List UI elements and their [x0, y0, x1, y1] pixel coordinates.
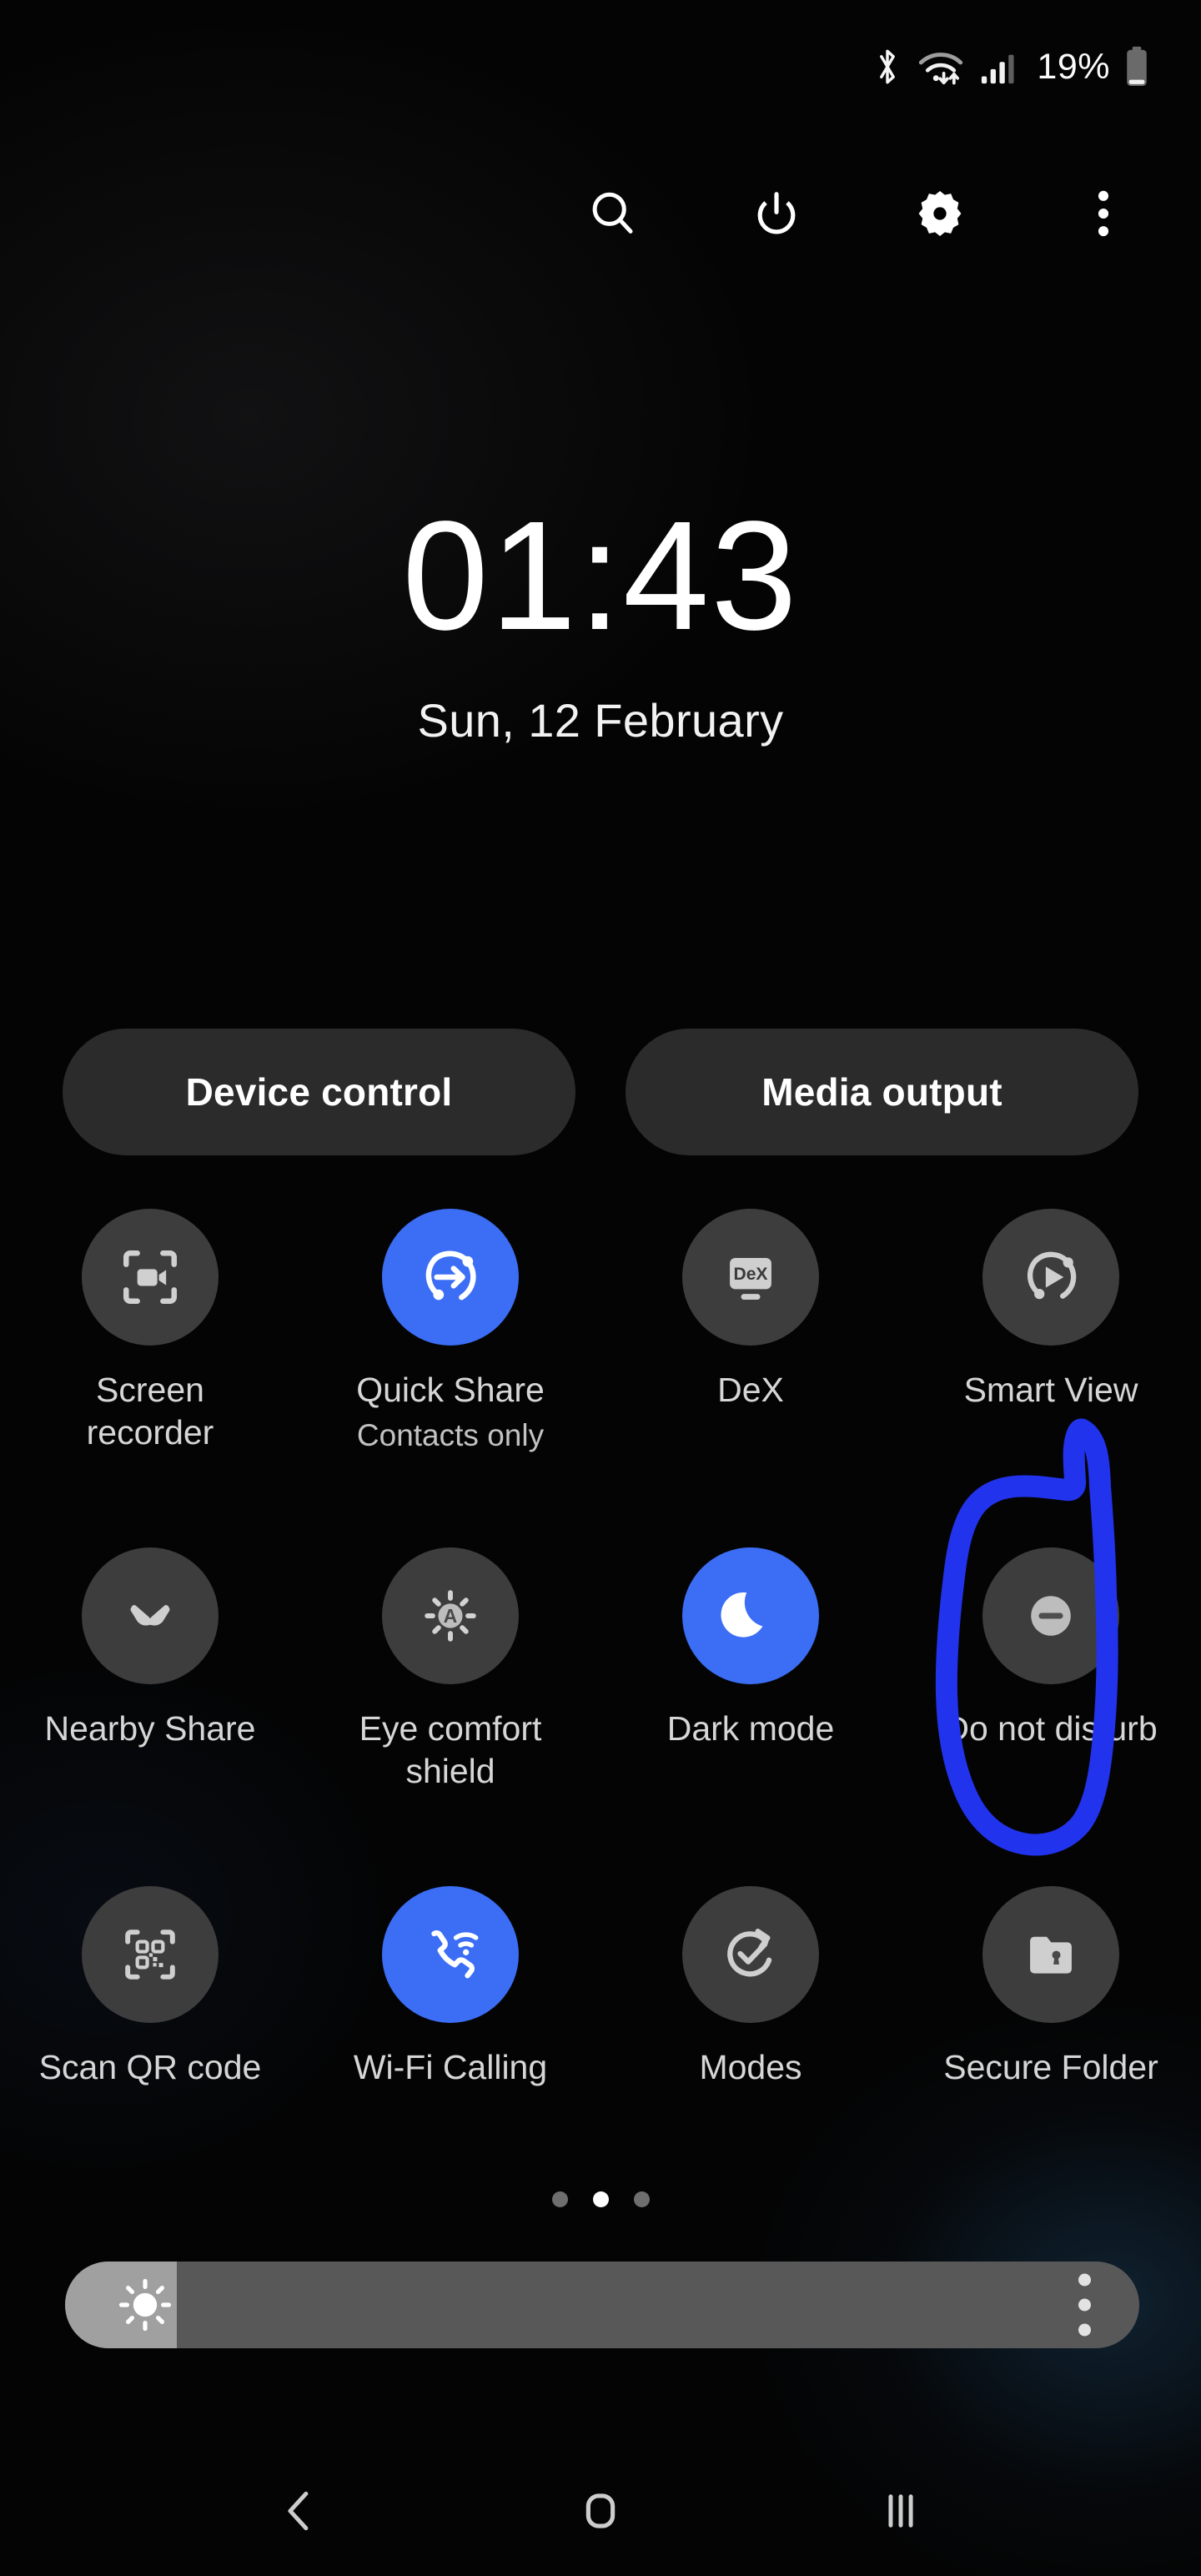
wifi-icon	[917, 48, 965, 86]
battery-percentage: 19%	[1037, 46, 1110, 87]
tile-scan-qr-code[interactable]: Scan QR code	[0, 1876, 300, 2215]
page-dot-2[interactable]	[592, 2191, 609, 2207]
status-bar: 19%	[0, 0, 1201, 133]
tile-label: Wi-Fi Calling	[353, 2048, 548, 2086]
tile-quick-share[interactable]: Quick Share Contacts only	[300, 1199, 600, 1537]
quick-settings-panel: 19% 01:43 Sun, 12 February Device contro…	[0, 0, 1201, 2576]
smart-view-icon	[982, 1209, 1119, 1346]
svg-text:DeX: DeX	[733, 1265, 767, 1284]
tile-label: Nearby Share	[44, 1709, 256, 1748]
more-options-button[interactable]	[1068, 178, 1139, 249]
brightness-sun-icon	[113, 2273, 177, 2337]
search-button[interactable]	[577, 178, 649, 249]
tile-dex[interactable]: DeX DeX	[600, 1199, 901, 1537]
device-control-button[interactable]: Device control	[63, 1029, 575, 1155]
tile-label: Quick Share	[356, 1371, 545, 1409]
overflow-dot	[1078, 2298, 1091, 2312]
back-button[interactable]	[250, 2461, 350, 2561]
tile-label: Modes	[699, 2048, 802, 2086]
quick-share-icon	[382, 1209, 519, 1346]
wifi-calling-icon	[382, 1886, 519, 2023]
secure-folder-icon	[982, 1886, 1119, 2023]
clock-date: Sun, 12 February	[417, 694, 784, 747]
svg-text:A: A	[444, 1605, 458, 1627]
pill-button-row: Device control Media output	[0, 1029, 1201, 1155]
moon-icon	[682, 1547, 819, 1684]
tile-label: Screen recorder	[86, 1371, 214, 1452]
panel-toolbar	[0, 164, 1201, 264]
settings-button[interactable]	[904, 178, 976, 249]
qr-code-icon	[82, 1886, 219, 2023]
tile-wifi-calling[interactable]: Wi-Fi Calling	[300, 1876, 600, 2215]
tile-smart-view[interactable]: Smart View	[901, 1199, 1201, 1537]
tile-sublabel: Contacts only	[356, 1418, 545, 1452]
tile-eye-comfort-shield[interactable]: A Eye comfort shield	[300, 1537, 600, 1876]
clock-time: 01:43	[402, 490, 799, 662]
overflow-dot	[1078, 2273, 1091, 2287]
brightness-slider[interactable]	[65, 2262, 1139, 2348]
screen-recorder-icon	[82, 1209, 219, 1346]
tile-nearby-share[interactable]: Nearby Share	[0, 1537, 300, 1876]
tile-label: Secure Folder	[943, 2048, 1158, 2086]
page-indicator	[0, 2191, 1201, 2207]
clock-widget[interactable]: 01:43 Sun, 12 February	[0, 499, 1201, 744]
tile-secure-folder[interactable]: Secure Folder	[901, 1876, 1201, 2215]
navigation-bar	[0, 2446, 1201, 2576]
brightness-options-button[interactable]	[1078, 2273, 1091, 2337]
tile-modes[interactable]: Modes	[600, 1876, 901, 2215]
quick-settings-tiles: Screen recorder Quick Share Contacts onl…	[0, 1199, 1201, 2215]
battery-icon	[1124, 46, 1149, 88]
cellular-signal-icon	[979, 48, 1018, 86]
do-not-disturb-icon	[982, 1547, 1119, 1684]
power-button[interactable]	[741, 178, 812, 249]
nearby-share-icon	[82, 1547, 219, 1684]
eye-comfort-shield-icon: A	[382, 1547, 519, 1684]
tile-label: Eye comfort shield	[359, 1709, 542, 1790]
recents-button[interactable]	[851, 2461, 951, 2561]
overflow-dot	[1078, 2323, 1091, 2337]
tile-dark-mode[interactable]: Dark mode	[600, 1537, 901, 1876]
tile-label: Smart View	[963, 1371, 1138, 1409]
tile-label: Do not disturb	[944, 1709, 1158, 1748]
tile-do-not-disturb[interactable]: Do not disturb	[901, 1537, 1201, 1876]
bluetooth-icon	[872, 48, 902, 86]
tile-label: Scan QR code	[38, 2048, 262, 2086]
tile-screen-recorder[interactable]: Screen recorder	[0, 1199, 300, 1537]
page-dot-1[interactable]	[551, 2191, 568, 2207]
dex-icon: DeX	[682, 1209, 819, 1346]
home-button[interactable]	[550, 2461, 651, 2561]
tile-label: Dark mode	[666, 1709, 835, 1748]
tile-label: DeX	[717, 1371, 784, 1409]
media-output-button[interactable]: Media output	[626, 1029, 1138, 1155]
page-dot-3[interactable]	[633, 2191, 650, 2207]
modes-icon	[682, 1886, 819, 2023]
